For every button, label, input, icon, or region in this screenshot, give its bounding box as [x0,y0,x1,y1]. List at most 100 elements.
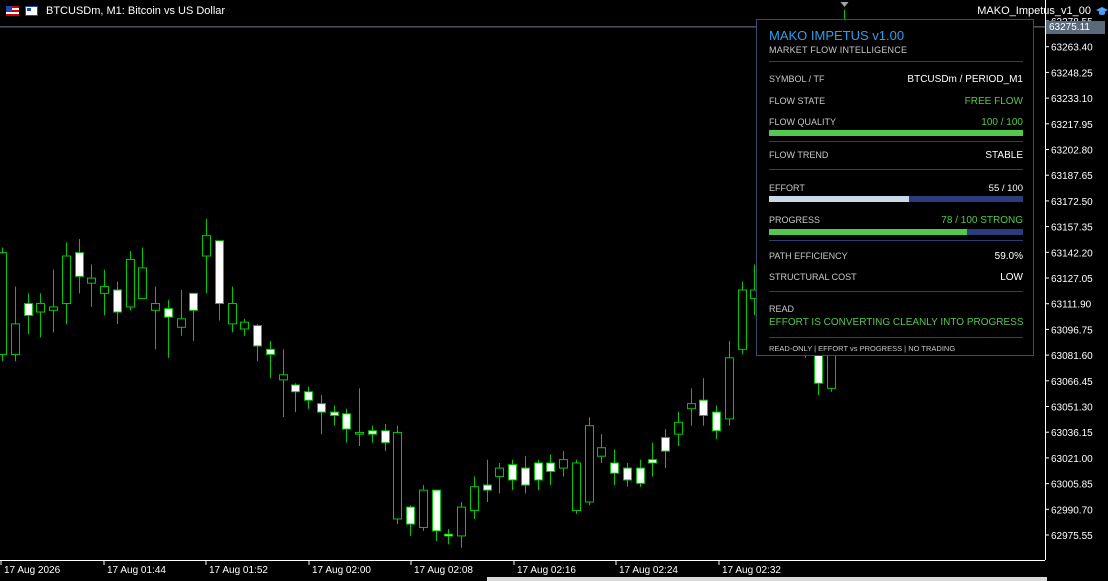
flow-state-label: FLOW STATE [769,96,826,106]
indicator-name: MAKO_Impetus_v1_00 [977,5,1091,17]
bull-candle-body [75,252,84,277]
bull-candle-body [534,462,543,481]
divider [769,240,1023,241]
bear-candle-body [457,506,466,537]
bear-candle-body [100,286,109,294]
bear-candle-body [279,374,288,381]
effort-bar-fill [769,196,909,202]
flow-state-value: FREE FLOW [964,96,1023,107]
symbol-title: BTCUSDm, M1: Bitcoin vs US Dollar [46,5,226,17]
price-tick-label: 63051.30 [1051,403,1093,414]
path-efficiency-value: 59.0% [994,251,1023,262]
bear-candle-body [725,357,734,420]
flow-quality-bar-fill [769,130,1023,136]
bull-candle-body [368,430,377,435]
time-tick-label: 17 Aug 02:24 [619,565,678,576]
price-tick-label: 63263.40 [1051,43,1093,54]
bull-candle-body [381,430,390,444]
bear-candle-body [49,306,58,311]
graduation-cap-icon [1096,6,1108,15]
bear-candle-body [240,321,249,330]
effort-bar [769,196,1023,202]
price-tick-label: 62990.70 [1051,505,1093,516]
bull-candle-body [330,411,339,416]
time-tick-label: 17 Aug 2026 [4,565,61,576]
path-efficiency-row: PATH EFFICIENCY 59.0% [769,251,1023,262]
bull-candle-body [342,413,351,430]
time-tick-label: 17 Aug 02:32 [722,565,781,576]
bear-candle-body [738,289,747,350]
progress-label: PROGRESS [769,215,821,225]
time-tick-label: 17 Aug 02:00 [312,565,371,576]
panel-footer: READ-ONLY | EFFORT vs PROGRESS | NO TRAD… [769,344,956,353]
flow-quality-value: 100 / 100 [981,117,1023,128]
panel-title: MAKO IMPETUS v1.00 [769,28,905,43]
price-tick-label: 63233.10 [1051,94,1093,105]
bull-candle-body [164,308,173,318]
bear-candle-body [674,421,683,435]
bull-candle-body [610,462,619,474]
flow-quality-bar [769,130,1023,136]
price-tick-label: 63157.35 [1051,223,1093,234]
bear-candle-body [138,267,147,299]
bear-candle-body [585,425,594,503]
structural-cost-label: STRUCTURAL COST [769,272,857,282]
bear-candle-body [495,467,504,478]
bear-candle-body [687,403,696,410]
read-text: EFFORT IS CONVERTING CLEANLY INTO PROGRE… [769,317,1024,328]
bear-candle-body [0,252,7,355]
bull-candle-body [661,437,670,452]
price-tick-label: 63217.95 [1051,120,1093,131]
bear-candle-body [202,235,211,257]
divider [769,61,1023,62]
flow-quality-row: FLOW QUALITY 100 / 100 [769,117,1023,128]
bear-candle-body [151,303,160,311]
structural-cost-value: LOW [1000,272,1023,283]
price-tick-label: 63005.85 [1051,480,1093,491]
bull-candle-body [546,462,555,472]
bear-candle-body [393,431,402,520]
bull-candle-body [444,533,453,537]
price-tick-label: 63111.90 [1051,300,1092,311]
divider [769,141,1023,142]
bear-candle-body [126,258,135,308]
flow-trend-label: FLOW TREND [769,150,829,160]
flow-state-row: FLOW STATE FREE FLOW [769,96,1023,107]
bull-candle-body [24,303,33,316]
bear-candle-body [470,486,479,511]
bull-candle-body [113,289,122,313]
bull-candle-body [266,348,275,355]
bull-candle-body [215,240,224,305]
effort-row: EFFORT 55 / 100 [769,183,1023,194]
time-tick-label: 17 Aug 01:52 [209,565,268,576]
bear-candle-body [419,489,428,528]
bear-candle-body [355,431,364,435]
chart-scrollbar[interactable] [487,577,1047,581]
mako-impetus-panel: MAKO IMPETUS v1.00 MARKET FLOW INTELLIGE… [756,19,1034,356]
bull-candle-body [623,467,632,481]
bear-candle-body [177,318,186,328]
bull-candle-body [521,467,530,486]
divider [769,337,1023,338]
bear-candle-body [62,255,71,305]
flow-trend-row: FLOW TREND STABLE [769,150,1023,161]
price-tick-label: 63187.65 [1051,171,1093,182]
bull-candle-body [406,506,415,525]
symbol-row: SYMBOL / TF BTCUSDm / PERIOD_M1 [769,74,1023,85]
bull-candle-body [508,464,517,481]
time-tick-label: 17 Aug 02:08 [414,565,473,576]
price-tick-label: 62975.55 [1051,531,1093,542]
price-tick-label: 63096.75 [1051,325,1093,336]
flow-quality-label: FLOW QUALITY [769,117,837,127]
path-efficiency-label: PATH EFFICIENCY [769,251,848,261]
progress-row: PROGRESS 78 / 100 STRONG [769,215,1023,226]
bear-candle-body [572,462,581,511]
bull-candle-body [483,484,492,491]
bear-candle-body [36,303,45,313]
bull-candle-body [712,411,721,432]
time-tick-label: 17 Aug 01:44 [107,565,166,576]
progress-value: 78 / 100 STRONG [941,215,1023,226]
panel-subtitle: MARKET FLOW INTELLIGENCE [769,45,908,55]
read-label: READ [769,304,795,314]
divider [769,169,1023,170]
